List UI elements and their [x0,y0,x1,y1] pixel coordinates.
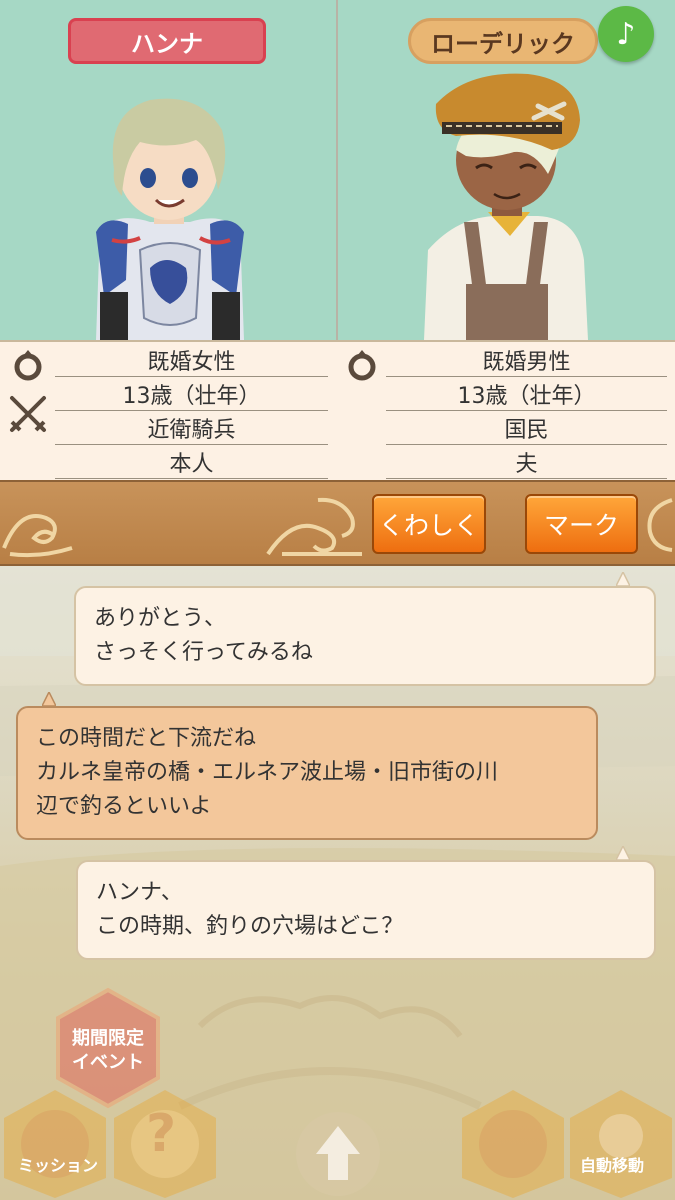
ring-icon [348,350,376,381]
event-label-line: イベント [72,1052,144,1073]
mission-label: ミッション [18,1156,99,1175]
name-tag-roderick: ローデリック [408,18,598,64]
info-relation: 夫 [386,446,667,479]
bubble-tail [42,692,56,706]
details-button[interactable]: くわしく [372,494,486,554]
event-label-line: 期間限定 [72,1028,144,1049]
auto-move-button[interactable] [566,1086,675,1200]
auto-move-label: 自動移動 [580,1156,645,1175]
portrait-hanna[interactable]: ハンナ [0,0,337,340]
chat-line: 辺で釣るといいよ [36,794,212,819]
chat-bubble-roderick: ハンナ、 この時期、釣りの穴場はどこ？ [76,860,656,960]
music-note-icon: ♪ [616,16,636,52]
info-marital-status: 既婚男性 [386,344,667,377]
info-age: 13歳（壮年） [55,378,328,411]
chat-line: カルネ皇帝の橋・エルネア波止場・旧市街の川 [36,760,499,785]
ring-icon [14,350,42,381]
chat-bubble-hanna: この時間だと下流だね カルネ皇帝の橋・エルネア波止場・旧市街の川 辺で釣るといい… [16,706,598,840]
info-column-hanna: 既婚女性 13歳（壮年） 近衛騎兵 本人 [0,342,336,482]
chat-line: さっそく行ってみるね [94,640,313,665]
ornament-left [2,514,73,558]
info-occupation: 国民 [386,412,667,445]
scroll-up-button[interactable] [290,1096,386,1200]
ornament-center [266,497,362,556]
chat-bubble-roderick: ありがとう、 さっそく行ってみるね [74,586,656,686]
info-age: 13歳（壮年） [386,378,667,411]
mark-button[interactable]: マーク [525,494,638,554]
action-bar: くわしく マーク [0,480,675,566]
ornament-right [647,498,673,552]
music-note-button[interactable]: ♪ [598,6,654,62]
info-occupation: 近衛騎兵 [55,412,328,445]
chat-line: ハンナ、 [96,880,183,905]
bubble-tail [616,572,630,586]
chat-log[interactable]: ありがとう、 さっそく行ってみるね この時間だと下流だね カルネ皇帝の橋・エルネ… [0,566,675,1200]
info-marital-status: 既婚女性 [55,344,328,377]
character-info-table: 既婚女性 13歳（壮年） 近衛騎兵 本人 既婚男性 13歳（壮年） 国民 夫 [0,340,675,480]
chat-line: この時間だと下流だね [36,726,257,751]
chat-line: ありがとう、 [94,606,227,631]
crossed-swords-icon [10,396,46,432]
bubble-tail [616,846,630,860]
name-tag-hanna: ハンナ [68,18,266,64]
mission-button[interactable] [0,1086,110,1200]
chat-line: この時期、釣りの穴場はどこ？ [96,914,404,939]
tool-button[interactable] [458,1086,568,1200]
help-question-icon: ? [146,1104,177,1164]
info-relation: 本人 [55,446,328,479]
info-column-roderick: 既婚男性 13歳（壮年） 国民 夫 [338,342,675,482]
